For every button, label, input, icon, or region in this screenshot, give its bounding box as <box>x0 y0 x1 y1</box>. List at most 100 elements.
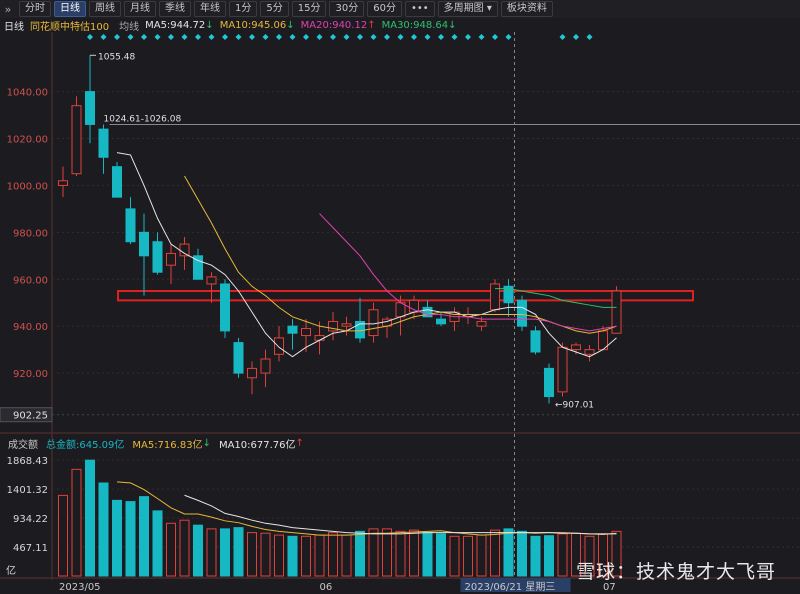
signal-diamond <box>316 34 323 40</box>
signal-diamond <box>343 34 350 40</box>
volume-bar <box>463 535 473 577</box>
price-tick-label: 980.00 <box>13 228 48 239</box>
volume-bar <box>125 501 136 577</box>
candle-body <box>125 208 136 243</box>
volume-tick-label: 1868.43 <box>7 456 48 467</box>
volume-tick-label: 467.11 <box>13 543 48 554</box>
signal-diamond <box>451 34 458 40</box>
volume-bar <box>517 530 527 577</box>
candle-body <box>233 342 244 374</box>
signal-diamond <box>573 34 579 40</box>
signal-diamond <box>370 34 377 40</box>
signal-diamond <box>181 34 188 40</box>
candle-body <box>476 320 487 327</box>
x-tick-label: 06 <box>320 582 333 593</box>
signal-diamond <box>208 34 215 40</box>
candle-body <box>98 128 109 158</box>
x-tick-label: 2023/06/21 星期三 <box>465 581 556 593</box>
signal-diamond <box>586 34 593 40</box>
signal-diamond <box>127 34 134 40</box>
price-tick-label: 1020.00 <box>7 135 48 146</box>
x-tick-label: 2023/05 <box>59 582 101 593</box>
candle-body <box>530 330 541 353</box>
candle-body <box>85 91 95 125</box>
candle-body <box>220 283 230 332</box>
candle-body <box>58 180 68 186</box>
signal-diamond <box>276 34 282 40</box>
signal-diamond <box>384 34 390 40</box>
resistance-zone-box <box>117 289 694 302</box>
volume-bar <box>85 459 95 577</box>
volume-bar <box>152 510 163 577</box>
volume-bar <box>274 534 284 577</box>
candle-body <box>179 243 190 257</box>
candle-body <box>571 344 581 351</box>
volume-unit-label: 亿 <box>6 564 16 577</box>
volume-bar <box>71 468 82 577</box>
candle-body <box>368 309 379 337</box>
volume-bar <box>490 529 500 577</box>
volume-ma5-line <box>116 481 617 536</box>
volume-bar <box>206 528 217 577</box>
volume-bar <box>341 534 352 577</box>
signal-diamond <box>114 34 120 40</box>
price-tick-label: 940.00 <box>13 322 48 333</box>
signal-diamond <box>222 34 228 40</box>
volume-tick-label: 934.22 <box>13 514 48 525</box>
watermark: 雪球：技术鬼才大飞哥 <box>575 561 776 583</box>
volume-bar <box>301 535 311 577</box>
volume-bar <box>328 532 338 577</box>
candlestick-chart[interactable]: 920.00 940.00 960.00 980.00 1000.00 1020.00 10… <box>0 0 800 594</box>
volume-bar <box>139 496 149 577</box>
signal-diamond <box>411 34 417 40</box>
signal-diamond <box>465 34 471 40</box>
volume-bar <box>287 535 298 577</box>
volume-bar <box>544 535 554 577</box>
volume-bar <box>476 534 487 577</box>
candle-body <box>274 337 284 355</box>
volume-bar <box>220 528 230 577</box>
volume-bar <box>368 528 379 577</box>
signal-diamond <box>424 34 431 40</box>
signal-diamond <box>397 34 404 40</box>
price-tick-label: 1000.00 <box>7 181 48 192</box>
candle-body <box>436 318 446 325</box>
signal-diamond <box>87 34 93 40</box>
volume-tick-label: 1401.32 <box>7 485 48 496</box>
volume-bar <box>179 519 190 577</box>
signal-diamond <box>357 34 363 40</box>
candle-body <box>166 252 176 266</box>
signal-diamond <box>505 34 512 40</box>
candle-body <box>71 105 82 175</box>
candle-body <box>260 358 271 374</box>
signal-diamond <box>492 34 498 40</box>
signal-diamond <box>100 34 107 40</box>
candle-body <box>517 299 527 327</box>
signal-diamond <box>559 34 566 40</box>
price-tick-label: 1040.00 <box>7 88 48 99</box>
signal-diamond <box>289 34 296 40</box>
last-price-label: 902.25 <box>13 411 48 422</box>
volume-bar <box>530 535 541 577</box>
candle-body <box>152 241 163 273</box>
candle-body <box>287 325 298 334</box>
candle-body <box>112 166 122 198</box>
volume-bar <box>409 529 419 577</box>
volume-bar <box>314 534 325 577</box>
volume-bar <box>166 522 176 577</box>
ma5-line <box>116 152 617 358</box>
signal-diamond <box>249 34 255 40</box>
volume-bar <box>557 533 568 577</box>
price-tick-label: 920.00 <box>13 369 48 380</box>
signal-diamond <box>154 34 161 40</box>
high-label: 1055.48 <box>98 52 135 62</box>
candle-body <box>544 367 554 398</box>
volume-bar <box>449 535 460 577</box>
volume-bar <box>112 499 122 577</box>
candle-body <box>301 328 311 337</box>
volume-bar <box>503 528 514 577</box>
candle-body <box>584 349 595 355</box>
volume-bar <box>355 530 365 577</box>
volume-bar <box>193 524 203 577</box>
candle-body <box>314 335 325 341</box>
